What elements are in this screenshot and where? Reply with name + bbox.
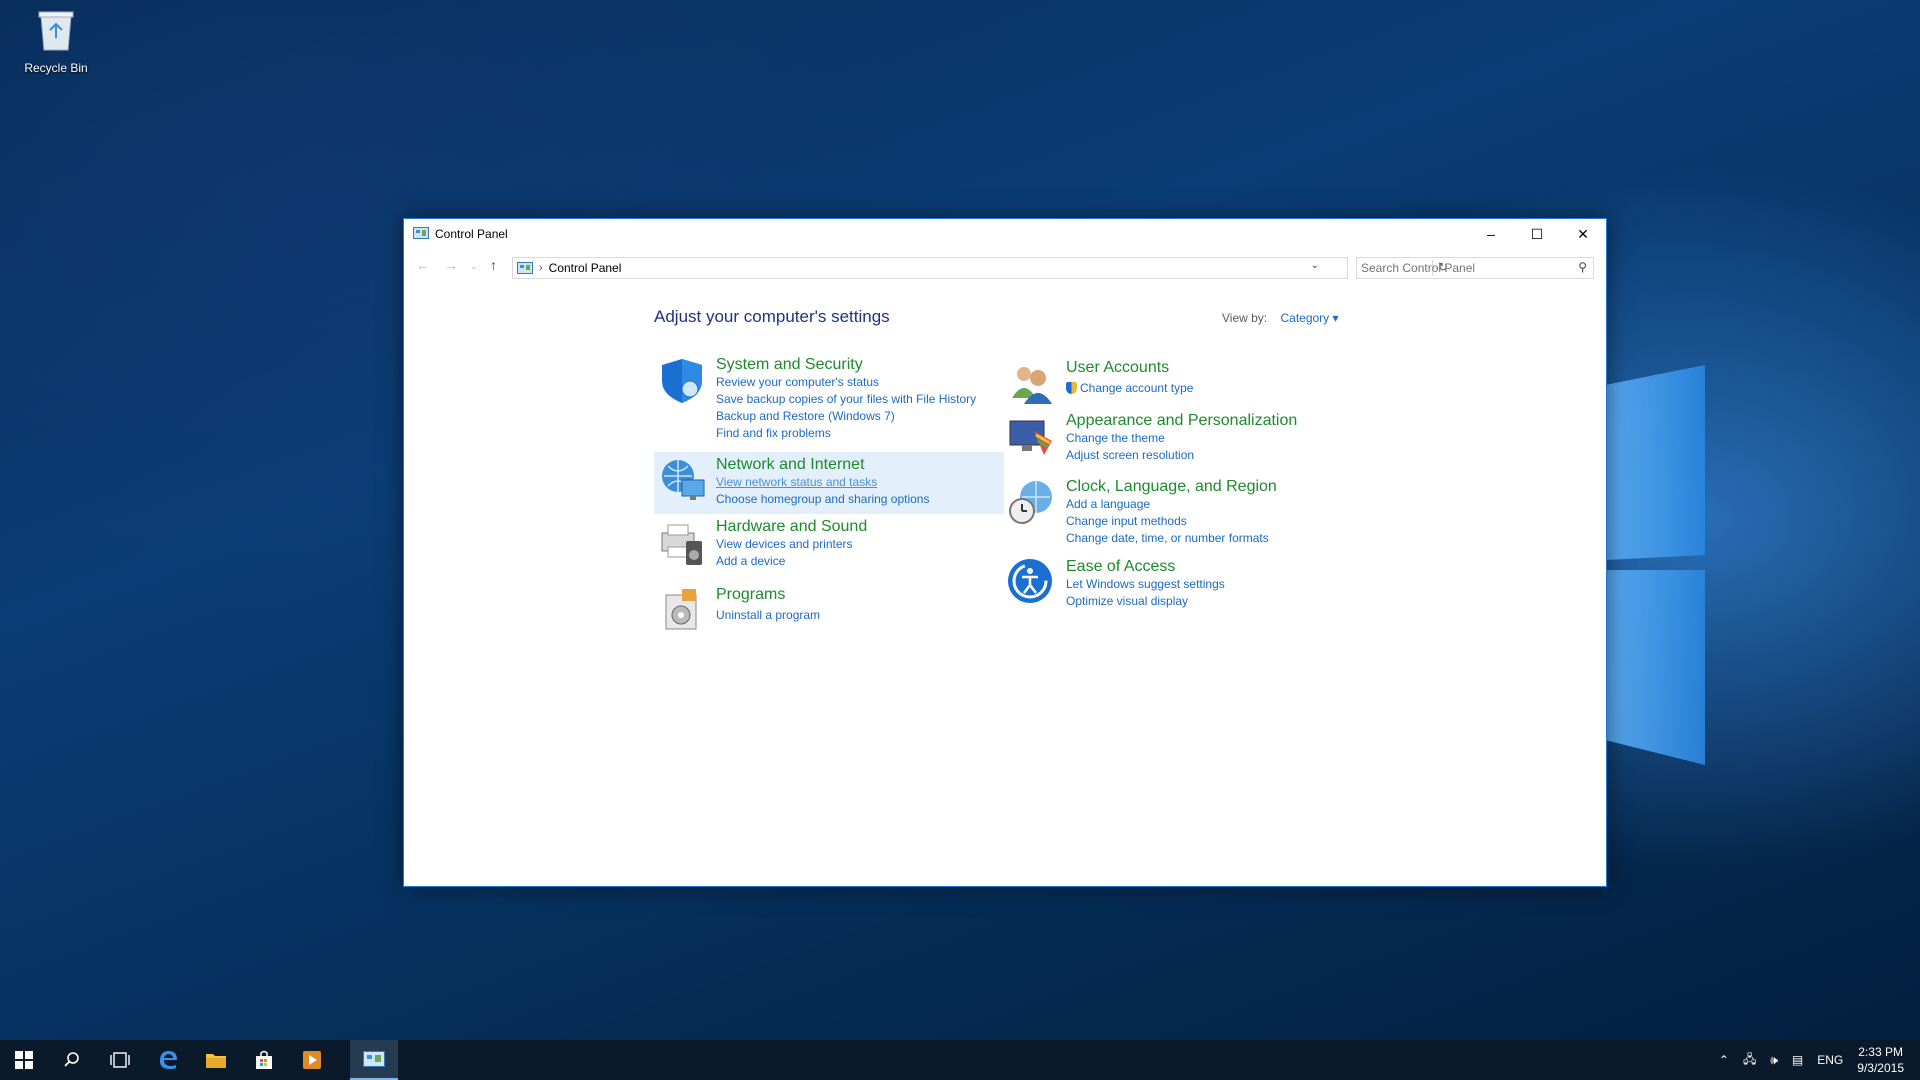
view-by: View by: Category ▾ [1222, 311, 1339, 325]
clock-date: 9/3/2015 [1857, 1061, 1904, 1075]
media-player-icon [303, 1051, 321, 1069]
link-file-history[interactable]: Save backup copies of your files with Fi… [716, 391, 976, 408]
taskbar: ⌃ 🖧 🕪 ▤ ENG 2:33 PM 9/3/2015 [0, 1040, 1920, 1080]
search-box[interactable]: ⚲ [1356, 257, 1594, 279]
control-panel-icon [517, 262, 533, 274]
category-title[interactable]: Appearance and Personalization [1066, 411, 1297, 430]
page-heading: Adjust your computer's settings [654, 307, 890, 326]
view-by-dropdown[interactable]: Category ▾ [1280, 311, 1338, 325]
volume-icon[interactable]: 🕪 [1770, 1053, 1778, 1068]
show-hidden-icons-chevron-icon[interactable]: ⌃ [1719, 1053, 1729, 1067]
category-title[interactable]: Network and Internet [716, 455, 929, 474]
windows-start-icon [15, 1051, 33, 1069]
breadcrumb-control-panel[interactable]: Control Panel [549, 261, 622, 275]
category-appearance-personalization: Appearance and Personalization Change th… [1006, 411, 1297, 464]
category-network-internet: Network and Internet View network status… [654, 452, 1004, 514]
task-view-button[interactable] [96, 1040, 144, 1080]
edge-taskbar-button[interactable] [144, 1040, 192, 1080]
category-user-accounts: User Accounts Change account type [1006, 358, 1193, 410]
system-tray: ⌃ 🖧 🕪 ▤ ENG 2:33 PM 9/3/2015 [1705, 1040, 1904, 1080]
taskbar-clock[interactable]: 2:33 PM 9/3/2015 [1857, 1044, 1904, 1076]
clock-time: 2:33 PM [1858, 1045, 1903, 1059]
recycle-bin-label: Recycle Bin [24, 61, 88, 75]
link-add-device[interactable]: Add a device [716, 553, 867, 570]
edge-browser-icon [160, 1051, 177, 1069]
media-player-taskbar-button[interactable] [288, 1040, 336, 1080]
link-change-theme[interactable]: Change the theme [1066, 430, 1297, 447]
control-panel-icon [413, 227, 429, 239]
category-ease-of-access: Ease of Access Let Windows suggest setti… [1006, 557, 1225, 610]
view-by-label: View by: [1222, 311, 1268, 325]
category-clock-language-region: Clock, Language, and Region Add a langua… [1006, 477, 1277, 547]
close-button[interactable]: ✕ [1560, 219, 1606, 249]
link-find-fix[interactable]: Find and fix problems [716, 425, 976, 442]
printer-speaker-icon [661, 524, 702, 565]
link-date-time-formats[interactable]: Change date, time, or number formats [1066, 530, 1277, 547]
maximize-button[interactable]: ☐ [1514, 219, 1560, 249]
address-bar[interactable]: › Control Panel ⌄ ↻ [512, 257, 1448, 279]
recycle-bin-icon [38, 11, 74, 51]
breadcrumb-chevron-icon[interactable]: › [539, 262, 543, 274]
recent-locations-chevron-icon[interactable]: ⌄ [470, 261, 478, 272]
category-title[interactable]: System and Security [716, 355, 976, 374]
category-title[interactable]: Clock, Language, and Region [1066, 477, 1277, 496]
link-uninstall-program[interactable]: Uninstall a program [716, 607, 820, 624]
link-review-status[interactable]: Review your computer's status [716, 374, 976, 391]
link-screen-resolution[interactable]: Adjust screen resolution [1066, 447, 1297, 464]
forward-arrow-icon[interactable]: → [444, 257, 458, 273]
category-title[interactable]: Hardware and Sound [716, 517, 867, 536]
users-icon [1012, 367, 1052, 404]
category-title[interactable]: Ease of Access [1066, 557, 1225, 576]
category-title[interactable]: User Accounts [1066, 358, 1193, 377]
category-programs: Programs Uninstall a program [656, 585, 820, 637]
search-icon[interactable]: ⚲ [1578, 260, 1587, 274]
up-arrow-icon[interactable]: ↑ [490, 257, 497, 273]
file-explorer-taskbar-button[interactable] [192, 1040, 240, 1080]
search-button[interactable] [48, 1040, 96, 1080]
programs-disc-icon [665, 589, 697, 630]
network-icon[interactable]: 🖧 [1743, 1050, 1756, 1071]
control-panel-icon [363, 1051, 385, 1067]
minimize-button[interactable]: – [1468, 219, 1514, 249]
back-arrow-icon[interactable]: ← [416, 257, 430, 273]
language-indicator[interactable]: ENG [1817, 1053, 1843, 1067]
search-icon [64, 1052, 79, 1067]
control-panel-window: Control Panel – ☐ ✕ ← → ⌄ ↑ › Control Pa… [403, 218, 1607, 887]
uac-shield-icon [1066, 382, 1077, 394]
category-title[interactable]: Programs [716, 585, 820, 604]
category-system-security: System and Security Review your computer… [656, 355, 976, 442]
link-homegroup[interactable]: Choose homegroup and sharing options [716, 491, 929, 508]
windows-desktop-logo [1590, 365, 1705, 765]
clock-globe-icon [1009, 481, 1052, 524]
monitor-palette-icon [1009, 420, 1052, 455]
ease-of-access-icon [1008, 559, 1052, 603]
navigation-bar: ← → ⌄ ↑ › Control Panel ⌄ ↻ ⚲ [404, 249, 1606, 283]
address-dropdown-icon[interactable]: ⌄ [1311, 260, 1319, 271]
link-devices-printers[interactable]: View devices and printers [716, 536, 867, 553]
shield-icon [662, 359, 702, 403]
link-change-account-type[interactable]: Change account type [1066, 380, 1193, 397]
link-backup-restore[interactable]: Backup and Restore (Windows 7) [716, 408, 976, 425]
title-bar[interactable]: Control Panel – ☐ ✕ [404, 219, 1606, 249]
control-panel-taskbar-button[interactable] [350, 1040, 398, 1080]
search-input[interactable] [1357, 260, 1563, 276]
recycle-bin-desktop-icon[interactable]: Recycle Bin [18, 8, 94, 75]
start-button[interactable] [0, 1040, 48, 1080]
window-title: Control Panel [435, 227, 508, 241]
link-optimize-display[interactable]: Optimize visual display [1066, 593, 1225, 610]
link-input-methods[interactable]: Change input methods [1066, 513, 1277, 530]
action-center-icon[interactable]: ▤ [1792, 1053, 1803, 1067]
store-bag-icon [256, 1050, 272, 1069]
file-explorer-icon [206, 1054, 226, 1068]
link-network-status[interactable]: View network status and tasks [716, 474, 929, 491]
link-suggest-settings[interactable]: Let Windows suggest settings [1066, 576, 1225, 593]
category-hardware-sound: Hardware and Sound View devices and prin… [656, 517, 867, 570]
store-taskbar-button[interactable] [240, 1040, 288, 1080]
network-globe-icon [662, 460, 705, 500]
task-view-icon [110, 1052, 130, 1068]
link-add-language[interactable]: Add a language [1066, 496, 1277, 513]
